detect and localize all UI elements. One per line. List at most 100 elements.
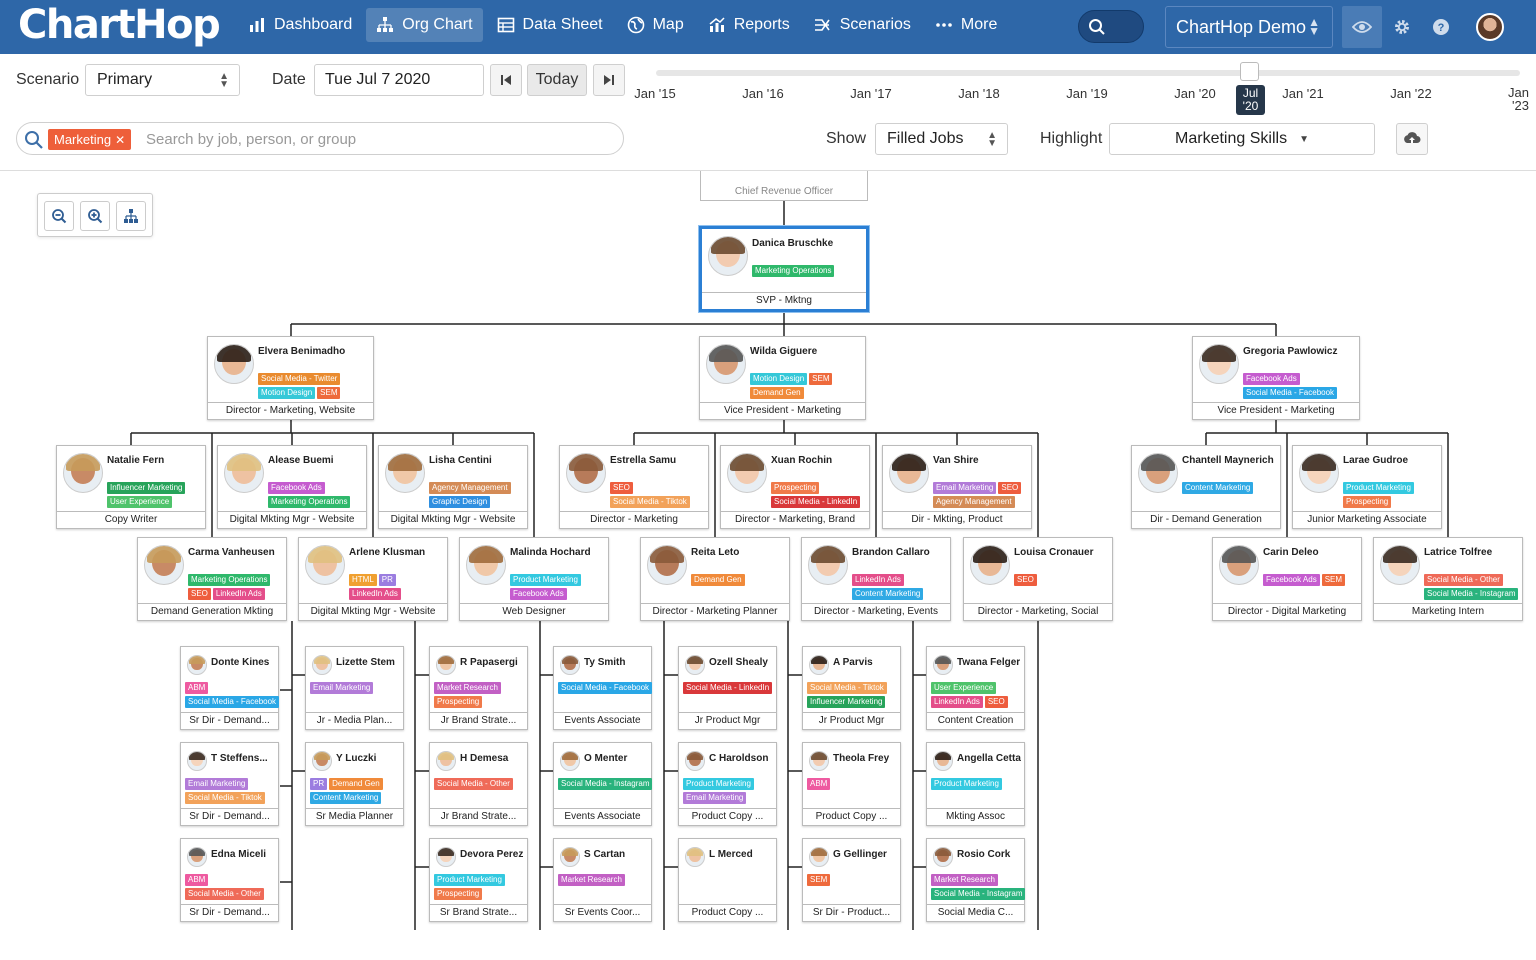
skill-tag[interactable]: Influencer Marketing	[107, 482, 186, 494]
person-card[interactable]: Y Luczki PR Demand Gen Content Marketing Sr …	[305, 742, 404, 826]
skill-tag[interactable]: Market Research	[931, 874, 998, 886]
skill-tag[interactable]: Social Media - Tiktok	[807, 682, 887, 694]
skill-tag[interactable]: Prospecting	[1343, 496, 1392, 508]
nav-more[interactable]: More	[925, 8, 1007, 42]
person-card[interactable]: Edna Miceli ABM Social Media - Other Sr Dir…	[180, 838, 279, 922]
person-card[interactable]: Carin Deleo Facebook Ads SEM Director - Dig…	[1212, 537, 1362, 621]
help-button[interactable]: ?	[1421, 6, 1461, 48]
person-card[interactable]: Gregoria Pawlowicz Facebook Ads Social Med…	[1192, 336, 1360, 420]
skill-tag[interactable]: Demand Gen	[691, 574, 745, 586]
skill-tag[interactable]: Social Media - Instagram	[1424, 588, 1519, 600]
person-card[interactable]: Reita Leto Demand Gen Director - Marketing…	[640, 537, 790, 621]
skill-tag[interactable]: SEM	[809, 373, 833, 385]
person-card[interactable]: Twana Felger User Experience LinkedIn Ads S…	[926, 646, 1025, 730]
scenario-select[interactable]: Primary ▲ ▼	[85, 64, 240, 96]
skill-tag[interactable]: Motion Design	[750, 373, 808, 385]
person-card[interactable]: G Gellinger SEM Sr Dir - Product...	[802, 838, 901, 922]
today-button[interactable]: Today	[527, 64, 587, 96]
skill-tag[interactable]: Facebook Ads	[268, 482, 325, 494]
skill-tag[interactable]: Graphic Design	[429, 496, 491, 508]
skill-tag[interactable]: Motion Design	[258, 387, 316, 399]
skill-tag[interactable]: Market Research	[434, 682, 501, 694]
skill-tag[interactable]: SEO	[1014, 574, 1037, 586]
skill-tag[interactable]: Social Media - Tiktok	[610, 496, 690, 508]
skill-tag[interactable]: HTML	[349, 574, 377, 586]
zoom-out-button[interactable]	[44, 201, 74, 231]
view-toggle-button[interactable]	[1342, 6, 1382, 48]
person-card[interactable]: Devora Perez Product Marketing Prospecting…	[429, 838, 528, 922]
timeline-track[interactable]	[656, 70, 1520, 76]
skill-tag[interactable]: Prospecting	[434, 888, 483, 900]
person-card[interactable]: Estrella Samu SEO Social Media - Tiktok Dir…	[559, 445, 709, 529]
skill-tag[interactable]: Marketing Operations	[188, 574, 271, 586]
skill-tag[interactable]: Email Marketing	[683, 792, 747, 804]
parent-card-stub[interactable]: Chief Revenue Officer	[700, 171, 868, 201]
skill-tag[interactable]: Facebook Ads	[510, 588, 567, 600]
person-card[interactable]: H Demesa Social Media - Other Jr Brand Str…	[429, 742, 528, 826]
highlight-select[interactable]: Marketing Skills ▼	[1109, 123, 1375, 155]
skill-tag[interactable]: Prospecting	[771, 482, 820, 494]
person-card[interactable]: Alease Buemi Facebook Ads Marketing Operat…	[217, 445, 367, 529]
skill-tag[interactable]: Social Media - Twitter	[258, 373, 341, 385]
skill-tag[interactable]: Market Research	[558, 874, 625, 886]
skill-tag[interactable]: Product Marketing	[683, 778, 754, 790]
skill-tag[interactable]: SEO	[998, 482, 1022, 494]
person-card[interactable]: R Papasergi Market Research Prospecting Jr …	[429, 646, 528, 730]
skill-tag[interactable]: Agency Management	[933, 496, 1015, 508]
nav-scenarios[interactable]: Scenarios	[804, 8, 921, 42]
person-card[interactable]: Van Shire Email Marketing SEO Agency Manage…	[882, 445, 1032, 529]
person-card[interactable]: Wilda Giguere Motion Design SEM Demand Gen V…	[699, 336, 866, 420]
skill-tag[interactable]: ABM	[185, 874, 209, 886]
skill-tag[interactable]: LinkedIn Ads	[349, 588, 401, 600]
skill-tag[interactable]: User Experience	[107, 496, 173, 508]
timeline-handle[interactable]	[1240, 62, 1259, 81]
person-card[interactable]: Ty Smith Social Media - Facebook Events As…	[553, 646, 653, 730]
nav-org-chart[interactable]: Org Chart	[366, 8, 483, 42]
show-select[interactable]: Filled Jobs ▲ ▼	[875, 123, 1008, 155]
skill-tag[interactable]: SEO	[188, 588, 211, 600]
skill-tag[interactable]: Content Marketing	[852, 588, 924, 600]
close-icon[interactable]: ✕	[115, 133, 125, 147]
skill-tag[interactable]: Social Media - Instagram	[931, 888, 1026, 900]
skill-tag[interactable]: SEM	[317, 387, 341, 399]
person-card[interactable]: Latrice Tolfree Social Media - OtherSocia…	[1373, 537, 1523, 621]
skill-tag[interactable]: Product Marketing	[1343, 482, 1414, 494]
person-card[interactable]: Lizette Stem Email Marketing Jr - Media Pl…	[305, 646, 404, 730]
skill-tag[interactable]: Product Marketing	[510, 574, 581, 586]
person-card[interactable]: Rosio Cork Market Research Social Media - …	[926, 838, 1026, 922]
skill-tag[interactable]: Content Marketing	[1182, 482, 1254, 494]
skill-tag[interactable]: SEM	[1321, 574, 1346, 586]
date-input[interactable]: Tue Jul 7 2020	[314, 64, 484, 96]
nav-map[interactable]: Map	[617, 8, 694, 42]
skill-tag[interactable]: Social Media - Facebook	[185, 696, 280, 708]
skill-tag[interactable]: Content Marketing	[310, 792, 382, 804]
settings-button[interactable]	[1382, 6, 1422, 48]
skill-tag[interactable]: Email Marketing	[310, 682, 374, 694]
skill-tag[interactable]: LinkedIn Ads	[931, 696, 983, 708]
fit-chart-button[interactable]	[116, 201, 146, 231]
charthop-logo[interactable]: ChartHop	[18, 2, 221, 48]
skill-tag[interactable]: Social Media - Facebook	[1243, 387, 1338, 399]
person-card[interactable]: C Haroldson Product Marketing Email Market…	[678, 742, 777, 826]
skill-tag[interactable]: Email Marketing	[185, 778, 249, 790]
person-card[interactable]: Danica Bruschke Marketing Operations SVP -…	[699, 226, 869, 312]
skill-tag[interactable]: Social Media - Facebook	[558, 682, 653, 694]
search-filter-chip[interactable]: Marketing ✕	[48, 129, 132, 150]
skill-tag[interactable]: Product Marketing	[931, 778, 1002, 790]
person-card[interactable]: S Cartan Market Research Sr Events Coor...	[553, 838, 652, 922]
person-card[interactable]: Lisha Centini Agency Management Graphic De…	[378, 445, 528, 529]
user-avatar[interactable]	[1476, 13, 1504, 41]
person-card[interactable]: Angella Cetta Product Marketing Mkting Ass…	[926, 742, 1025, 826]
skill-tag[interactable]: Social Media - Other	[434, 778, 513, 790]
previous-date-button[interactable]	[490, 64, 522, 96]
skill-tag[interactable]: Social Media - LinkedIn	[771, 496, 861, 508]
skill-tag[interactable]: SEO	[984, 696, 1008, 708]
skill-tag[interactable]: Product Marketing	[434, 874, 505, 886]
skill-tag[interactable]: PR	[378, 574, 396, 586]
skill-tag[interactable]: Influencer Marketing	[807, 696, 886, 708]
person-card[interactable]: Natalie Fern Influencer Marketing User Exp…	[56, 445, 206, 529]
person-card[interactable]: Chantell Maynerich Content Marketing Dir -…	[1131, 445, 1281, 529]
person-card[interactable]: Donte Kines ABM Social Media - Facebook Sr …	[180, 646, 280, 730]
skill-tag[interactable]: Demand Gen	[750, 387, 804, 399]
skill-tag[interactable]: SEO	[610, 482, 633, 494]
